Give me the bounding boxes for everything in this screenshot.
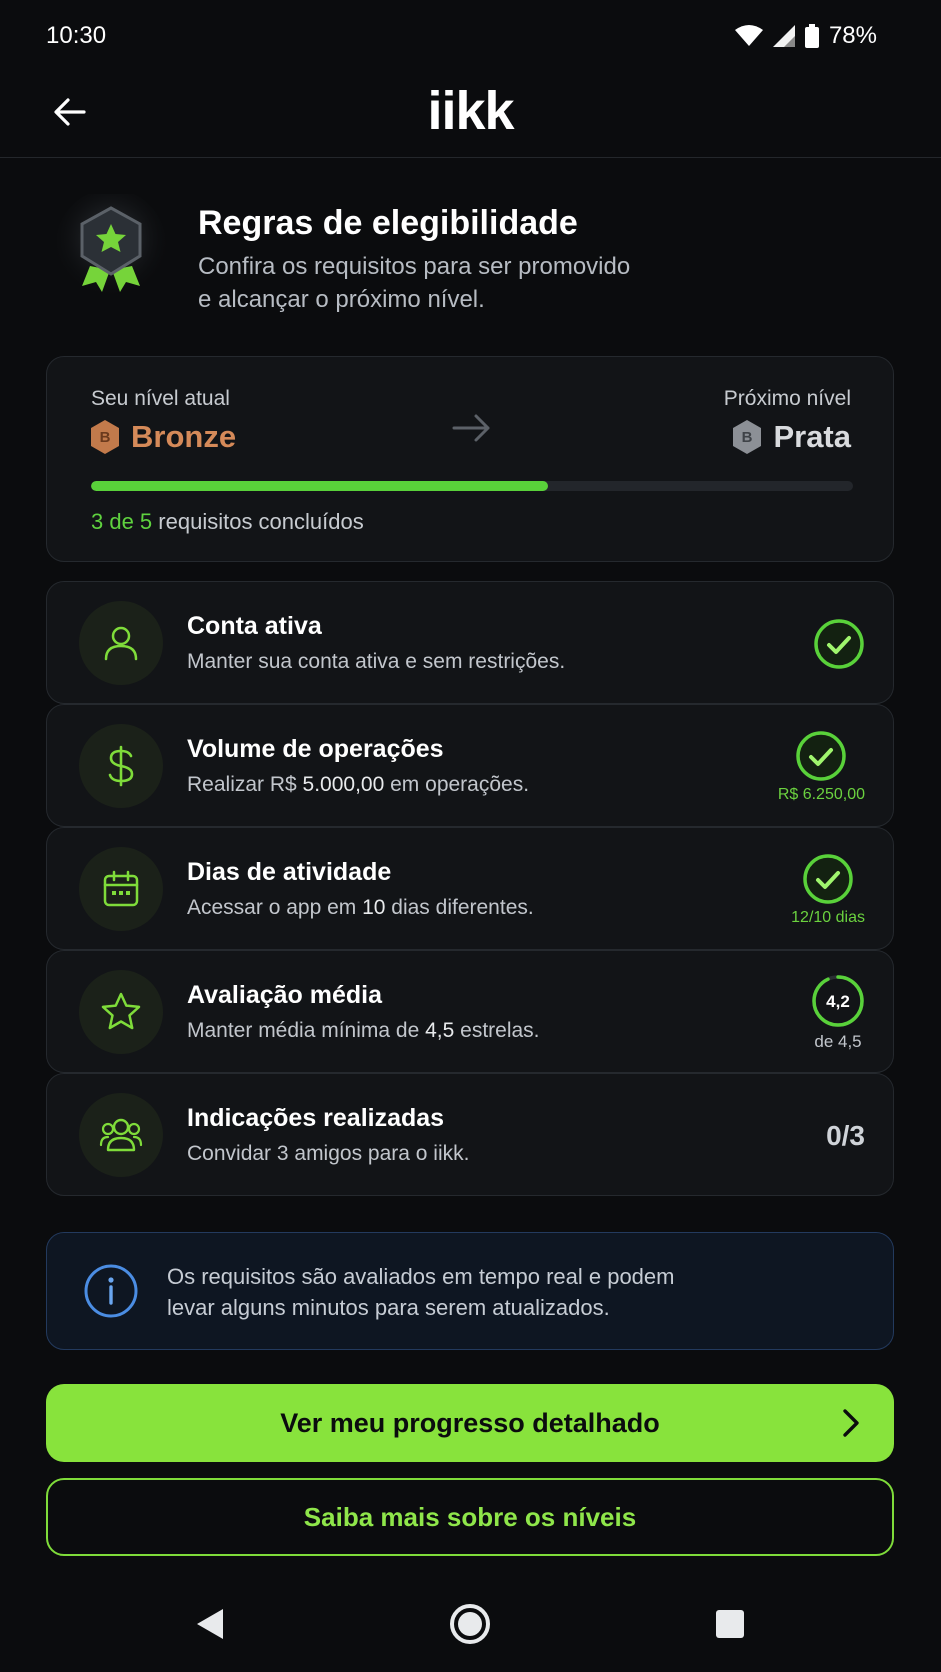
rating-ring-value: 4,2 [826,992,850,1011]
nav-home-button[interactable] [440,1594,500,1654]
status-time: 10:30 [46,22,107,49]
requirement-desc-days: 10 [362,896,386,919]
progress-done: 3 de 5 [91,509,153,534]
requirement-desc-post: em operações. [384,773,530,796]
requirement-activity-days[interactable]: Dias de atividade Acessar o app em 10 di… [46,827,894,950]
requirement-icon-wrap [79,601,163,685]
current-level: B Bronze [89,419,236,455]
check-circle-icon [814,618,864,669]
silver-badge-icon: B [733,420,762,454]
progress-bar [91,481,853,491]
calendar-icon [103,870,139,907]
requirement-desc-pre: Acessar o app em [187,896,363,919]
next-level-label: Próximo nível [723,387,851,410]
battery-icon [804,24,819,48]
next-level-name: Prata [773,419,851,454]
requirement-icon-wrap [79,970,163,1054]
current-level-label: Seu nível atual [91,387,230,410]
dollar-icon [108,745,134,787]
eligibility-header: Regras de elegibilidade Confira os requi… [46,188,896,318]
learn-levels-button[interactable]: Saiba mais sobre os níveis [46,1478,894,1556]
requirement-desc: Manter sua conta ativa e sem restrições. [187,650,566,673]
page-title: Regras de elegibilidade [198,204,578,242]
requirement-average-rating[interactable]: Avaliação média Manter média mínima de 4… [46,950,894,1073]
requirement-title: Conta ativa [187,612,322,640]
requirement-status: 4,2 de 4,5 [811,951,865,1074]
requirement-icon-wrap [79,1093,163,1177]
app-bar: iikk [0,72,941,158]
requirement-active-account[interactable]: Conta ativa Manter sua conta ativa e sem… [46,581,894,704]
battery-percent: 78% [828,22,877,49]
info-text-line-1: Os requisitos são avaliados em tempo rea… [167,1264,675,1289]
learn-levels-label: Saiba mais sobre os níveis [303,1501,637,1532]
chevron-right-icon [843,1409,859,1437]
cell-signal-icon [772,25,795,47]
requirement-operations-volume[interactable]: Volume de operações Realizar R$ 5.000,00… [46,704,894,827]
requirement-status: R$ 6.250,00 [778,705,865,828]
triangle-back-icon [197,1609,223,1639]
requirement-desc: Convidar 3 amigos para o iikk. [187,1142,470,1165]
requirement-desc-pre: Realizar R$ [187,773,303,796]
current-level-name: Bronze [131,419,237,454]
view-progress-label: Ver meu progresso detalhado [280,1407,660,1438]
info-text: Os requisitos são avaliados em tempo rea… [167,1261,787,1323]
user-icon [104,626,138,661]
status-bar: 10:30 78% [0,0,941,72]
progress-text: 3 de 5 requisitos concluídos [91,509,364,535]
bronze-badge-icon: B [91,420,119,454]
requirement-icon-wrap [79,847,163,931]
check-circle-icon [803,853,853,904]
wifi-icon [734,25,763,46]
silver-badge-letter: B [742,429,753,446]
requirement-referrals[interactable]: Indicações realizadas Convidar 3 amigos … [46,1073,894,1196]
requirement-desc-pre: Manter média mínima de [187,1019,426,1042]
status-icons: 78% [734,22,877,50]
requirement-title: Volume de operações [187,735,444,763]
requirement-desc-amount: 5.000,00 [302,773,385,796]
users-icon [99,1118,143,1152]
arrow-right-icon [452,414,490,442]
award-badge-icon [56,194,166,299]
requirements-list: Conta ativa Manter sua conta ativa e sem… [46,581,894,1196]
requirement-desc-post: estrelas. [454,1019,540,1042]
star-icon [101,992,141,1030]
next-level: B Prata [731,419,851,455]
requirement-count: 0/3 [826,1119,865,1151]
app-logo: iikk [427,81,514,141]
system-nav-bar [0,1580,941,1672]
requirement-target: de 4,5 [814,1031,862,1051]
rating-progress-ring: 4,2 [812,974,864,1027]
info-icon [84,1264,138,1318]
requirement-value: R$ 6.250,00 [777,785,865,803]
subtitle-line-1: Confira os requisitos para ser promovido [198,253,631,280]
check-circle-icon [796,730,847,781]
progress-suffix: requisitos concluídos [152,509,364,534]
info-banner: Os requisitos são avaliados em tempo rea… [46,1232,894,1350]
nav-back-button[interactable] [180,1594,240,1654]
requirement-desc: Realizar R$ 5.000,00 em operações. [187,773,529,797]
circle-home-icon [450,1604,490,1644]
nav-recents-button[interactable] [700,1594,760,1654]
subtitle-line-2: e alcançar o próximo nível. [198,286,485,313]
requirement-desc: Acessar o app em 10 dias diferentes. [187,896,534,920]
requirement-desc-post: dias diferentes. [385,896,534,919]
requirement-title: Avaliação média [187,981,383,1009]
requirement-title: Dias de atividade [187,858,392,886]
requirement-icon-wrap [79,724,163,808]
requirement-status [813,582,865,705]
square-recents-icon [716,1610,744,1638]
info-text-line-2: levar alguns minutos para serem atualiza… [167,1295,610,1320]
page-subtitle: Confira os requisitos para ser promovido… [198,250,718,316]
level-progress-card: Seu nível atual B Bronze Próximo nível B… [46,356,894,562]
requirement-status: 0/3 [826,1074,865,1197]
requirement-status: 12/10 dias [791,828,865,951]
view-progress-button[interactable]: Ver meu progresso detalhado [46,1384,894,1462]
bronze-badge-letter: B [100,429,111,446]
requirement-value: 12/10 dias [791,908,865,926]
requirement-desc: Manter média mínima de 4,5 estrelas. [187,1019,540,1043]
requirement-title: Indicações realizadas [187,1104,445,1132]
progress-bar-fill [91,481,549,491]
requirement-desc-rating: 4,5 [425,1019,455,1042]
